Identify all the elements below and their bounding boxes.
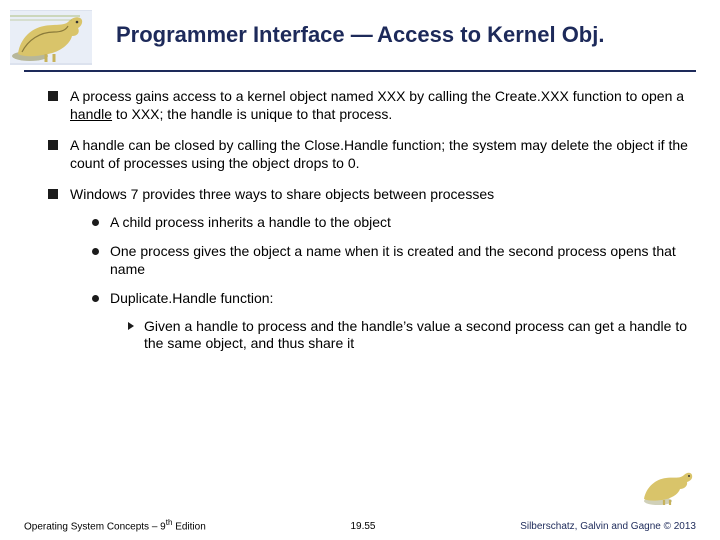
footer-left-post: Edition bbox=[172, 521, 205, 532]
title-text-post: Access to Kernel Obj. bbox=[372, 22, 605, 47]
bullet-3-text: Windows 7 provides three ways to share o… bbox=[70, 186, 494, 202]
footer-page-number: 19.55 bbox=[206, 521, 520, 532]
dinosaur-footer-icon bbox=[640, 467, 696, 512]
sub-bullet-1-text: A child process inherits a handle to the… bbox=[110, 214, 391, 230]
title-text-pre: Programmer Interface bbox=[116, 22, 351, 47]
bullet-1: A process gains access to a kernel objec… bbox=[48, 88, 688, 123]
title-row: Programmer Interface — Access to Kernel … bbox=[0, 0, 720, 70]
sub-bullet-2-text: One process gives the object a name when… bbox=[110, 243, 676, 277]
bullet-3: Windows 7 provides three ways to share o… bbox=[48, 186, 688, 353]
footer: Operating System Concepts – 9th Edition … bbox=[0, 518, 720, 532]
bullet-1-post: to XXX; the handle is unique to that pro… bbox=[112, 106, 392, 122]
footer-left: Operating System Concepts – 9th Edition bbox=[24, 518, 206, 532]
sub-bullet-1: A child process inherits a handle to the… bbox=[92, 214, 688, 232]
bullet-2-text: A handle can be closed by calling the Cl… bbox=[70, 137, 688, 171]
sub-bullet-3-text: Duplicate.Handle function: bbox=[110, 290, 273, 306]
bullet-1-handle: handle bbox=[70, 106, 112, 122]
slide-title: Programmer Interface — Access to Kernel … bbox=[92, 10, 696, 54]
dinosaur-icon bbox=[10, 10, 92, 70]
sub-bullet-3: Duplicate.Handle function: Given a handl… bbox=[92, 290, 688, 353]
sub-sub-bullet-1: Given a handle to process and the handle… bbox=[128, 318, 688, 353]
slide-body: A process gains access to a kernel objec… bbox=[0, 72, 720, 353]
bullet-2: A handle can be closed by calling the Cl… bbox=[48, 137, 688, 172]
title-dash: — bbox=[351, 22, 372, 47]
footer-left-pre: Operating System Concepts – 9 bbox=[24, 521, 166, 532]
bullet-1-pre: A process gains access to a kernel objec… bbox=[70, 88, 684, 104]
sub-sub-bullet-1-text: Given a handle to process and the handle… bbox=[144, 318, 687, 352]
slide: Programmer Interface — Access to Kernel … bbox=[0, 0, 720, 540]
footer-copyright: Silberschatz, Galvin and Gagne © 2013 bbox=[520, 521, 696, 532]
sub-bullet-2: One process gives the object a name when… bbox=[92, 243, 688, 278]
